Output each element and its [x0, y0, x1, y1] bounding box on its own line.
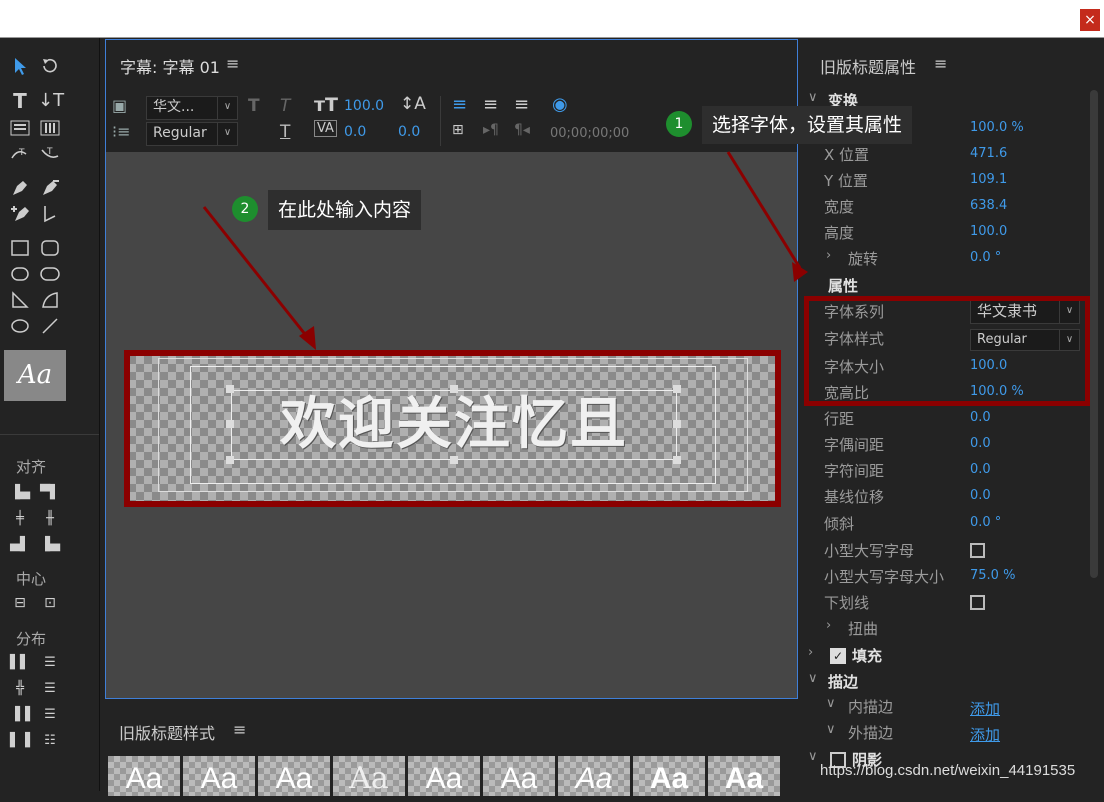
arrow-1 [726, 151, 802, 269]
step-badge-1: 1 [666, 111, 692, 137]
callout-2: 在此处输入内容 [268, 190, 422, 230]
callout-1: 选择字体，设置其属性 [702, 106, 913, 144]
arrow-1-head [792, 262, 808, 282]
step-badge-2: 2 [232, 196, 258, 222]
watermark: https://blog.csdn.net/weixin_44191535 [820, 762, 1076, 779]
annotation-arrows [202, 151, 808, 350]
